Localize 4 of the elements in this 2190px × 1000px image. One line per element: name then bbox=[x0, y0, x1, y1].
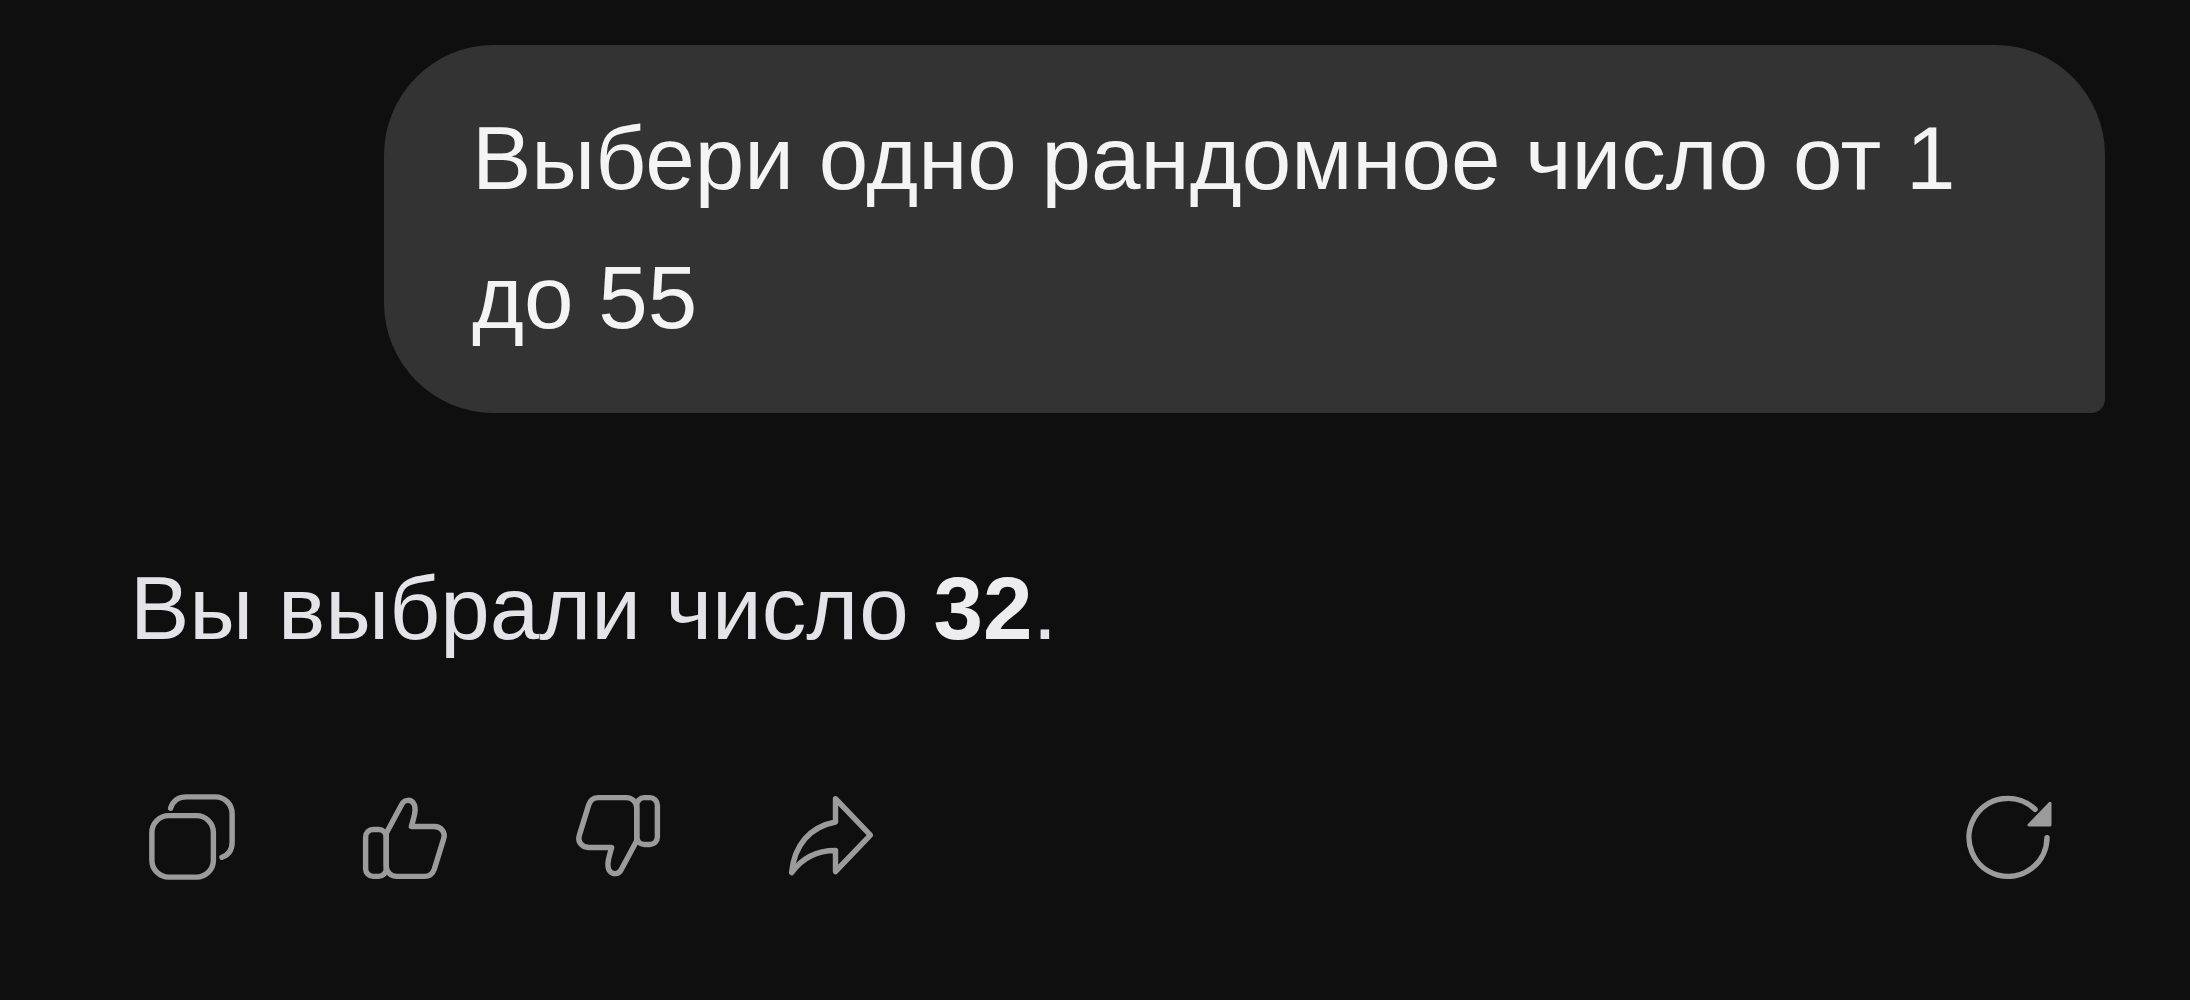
assistant-message-text: Вы выбрали число 32. bbox=[130, 557, 1058, 660]
copy-button[interactable] bbox=[147, 792, 237, 882]
copy-icon bbox=[147, 792, 237, 882]
user-message-text: Выбери одно рандомное число от 1 до 55 bbox=[472, 108, 1956, 347]
